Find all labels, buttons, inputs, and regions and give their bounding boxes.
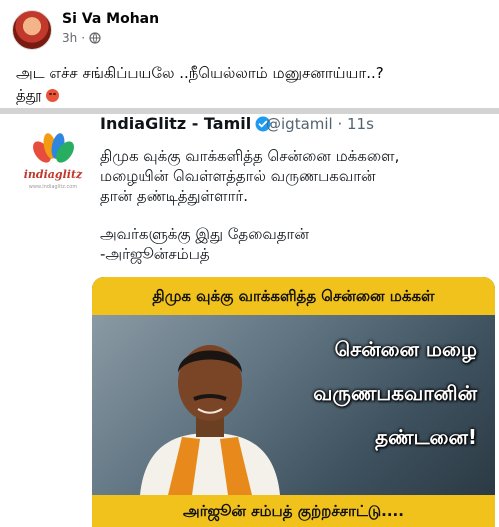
card-overlay-text: தண்டனை! [375,425,477,449]
indiaglitz-logo-icon [33,133,74,163]
post-time[interactable]: 3h [62,31,77,45]
card-footer: அர்ஜூன் சம்பத் குற்றச்சாட்டு.... [92,495,495,527]
card-overlay-text: சென்னை மழை [334,337,477,361]
post-text-line-2-text: த்தூ [16,86,42,104]
angry-face-emoji-icon [46,89,60,102]
tweet-account-name: IndiaGlitz - Tamil [100,114,271,133]
person-photo [140,345,280,495]
author-name[interactable]: Si Va Mohan [62,11,159,27]
tweet-handle: @igtamil · 11s [266,115,374,133]
tweet-line: அவர்களுக்கு இது தேவைதான் [100,225,309,243]
shared-tweet-image[interactable]: indiaglitz www.indiaglitz.com IndiaGlitz… [0,114,499,527]
tweet-body: திமுக வுக்கு வாக்களித்த சென்னை மக்களை, ம… [100,146,485,264]
indiaglitz-logo: indiaglitz www.indiaglitz.com [16,128,90,198]
tweet-line: தான் தண்டித்துள்ளார். [100,187,249,205]
meta-separator: · [81,31,86,45]
tweet-media-card: திமுக வுக்கு வாக்களித்த சென்னை மக்கள் செ… [92,277,495,527]
tweet-line: மழையின் வெள்ளத்தால் வருணபகவான் [100,167,376,185]
post-meta: 3h · [62,31,101,45]
card-overlay-text: வருணபகவானின் [313,381,477,405]
author-avatar[interactable] [12,10,52,50]
card-photo: சென்னை மழை வருணபகவானின் தண்டனை! [92,315,495,495]
post-text-line-1: அட எச்ச சங்கிப்பயலே ..நீயெல்லாம் மனுசனாய… [16,64,384,82]
tweet-account-name-text: IndiaGlitz - Tamil [100,114,252,133]
tweet-line: -அர்ஜூன்சம்பத் [100,245,210,263]
indiaglitz-logo-text: indiaglitz [23,168,83,181]
tweet-line: திமுக வுக்கு வாக்களித்த சென்னை மக்களை, [100,147,400,165]
post-header: Si Va Mohan 3h · [0,0,499,56]
post-text: அட எச்ச சங்கிப்பயலே ..நீயெல்லாம் மனுசனாய… [16,62,486,106]
globe-icon [89,32,101,44]
indiaglitz-logo-subtext: www.indiaglitz.com [28,184,78,190]
card-banner: திமுக வுக்கு வாக்களித்த சென்னை மக்கள் [92,277,495,315]
tweet-line-gap [100,206,485,224]
post-text-line-2: த்தூ [16,84,486,106]
